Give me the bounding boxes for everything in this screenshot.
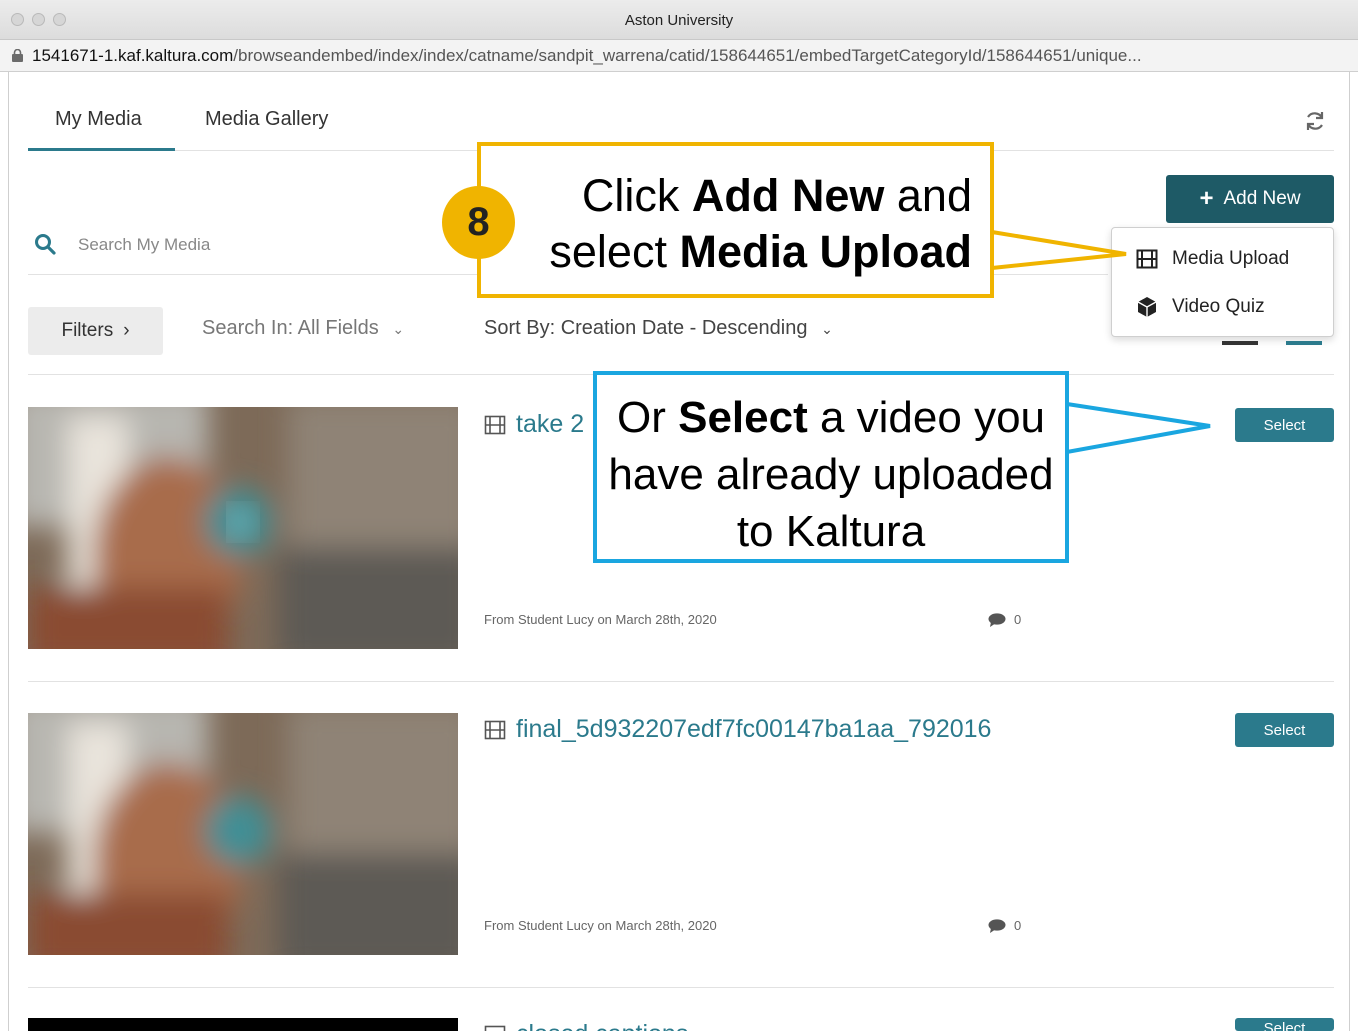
entry-divider [28, 987, 1334, 988]
address-bar[interactable]: 1541671-1.kaf.kaltura.com/browseandembed… [0, 40, 1358, 72]
chevron-right-icon: › [123, 320, 130, 341]
video-thumbnail[interactable] [28, 1018, 458, 1031]
add-new-menu: Media Upload Video Quiz [1111, 227, 1334, 337]
callout-text: Click Add New and select Media Upload [549, 170, 972, 277]
sort-by-dropdown[interactable]: Sort By: Creation Date - Descending ⌄ [484, 317, 833, 340]
url-text: 1541671-1.kaf.kaltura.com/browseandembed… [32, 46, 1352, 66]
select-button[interactable]: Select [1235, 1018, 1334, 1031]
add-new-instruction-callout: Click Add New and select Media Upload [477, 142, 994, 298]
refresh-icon[interactable] [1303, 109, 1327, 133]
video-thumbnail[interactable] [28, 713, 458, 955]
cube-icon [1137, 297, 1157, 317]
entry-title-text: closed captions [516, 1020, 688, 1031]
filters-button[interactable]: Filters › [28, 307, 163, 355]
film-icon [1136, 249, 1158, 269]
film-icon [484, 1025, 506, 1031]
chevron-down-icon: ⌄ [821, 321, 833, 337]
search-in-label: Search In: All Fields [202, 317, 379, 339]
url-host: 1541671-1.kaf.kaltura.com [32, 46, 234, 65]
video-thumbnail[interactable] [28, 407, 458, 649]
menu-item-label: Video Quiz [1172, 296, 1265, 317]
entry-meta: From Student Lucy on March 28th, 2020 [484, 918, 717, 933]
entry-title-link[interactable]: final_5d932207edf7fc00147ba1aa_792016 [484, 715, 991, 744]
tab-media-gallery[interactable]: Media Gallery [205, 108, 328, 131]
menu-item-video-quiz[interactable]: Video Quiz [1136, 293, 1265, 321]
comment-icon [988, 918, 1006, 933]
filters-label: Filters [61, 320, 114, 341]
select-instruction-callout: Or Select a video you have already uploa… [593, 371, 1069, 563]
step-number-badge: 8 [442, 186, 515, 259]
lock-icon [12, 49, 23, 62]
window-titlebar: Aston University [0, 0, 1358, 40]
comment-count-value: 0 [1014, 612, 1022, 627]
entry-meta: From Student Lucy on March 28th, 2020 [484, 612, 717, 627]
add-new-button[interactable]: + Add New [1166, 175, 1334, 223]
plus-icon: + [1199, 185, 1214, 212]
entry-title-text: final_5d932207edf7fc00147ba1aa_792016 [516, 715, 992, 743]
chevron-down-icon: ⌄ [392, 321, 405, 337]
film-icon [484, 415, 506, 434]
entry-title-text: take 2 [516, 410, 585, 438]
view-toggle-icons[interactable] [1222, 338, 1322, 348]
select-button[interactable]: Select [1235, 713, 1334, 747]
menu-item-label: Media Upload [1172, 248, 1290, 269]
search-icon[interactable] [34, 233, 56, 255]
search-input[interactable] [78, 228, 458, 262]
select-button[interactable]: Select [1235, 408, 1334, 442]
comment-icon [988, 612, 1006, 627]
sort-by-label: Sort By: Creation Date - Descending [484, 317, 808, 339]
comment-count: 0 [988, 918, 1021, 933]
entry-title-link[interactable]: closed captions [484, 1020, 688, 1031]
menu-item-media-upload[interactable]: Media Upload [1136, 245, 1289, 273]
url-path: /browseandembed/index/index/catname/sand… [233, 46, 1142, 65]
entry-divider [28, 681, 1334, 682]
window-title: Aston University [624, 12, 734, 29]
film-icon [484, 720, 506, 739]
callout-text: Or Select a video you have already uploa… [608, 393, 1054, 556]
comment-count: 0 [988, 612, 1021, 627]
active-tab-indicator [28, 148, 175, 151]
search-in-dropdown[interactable]: Search In: All Fields ⌄ [202, 317, 404, 340]
entry-title-link[interactable]: take 2 [484, 410, 584, 439]
comment-count-value: 0 [1014, 918, 1022, 933]
tab-my-media[interactable]: My Media [55, 108, 142, 131]
add-new-label: Add New [1223, 188, 1301, 209]
